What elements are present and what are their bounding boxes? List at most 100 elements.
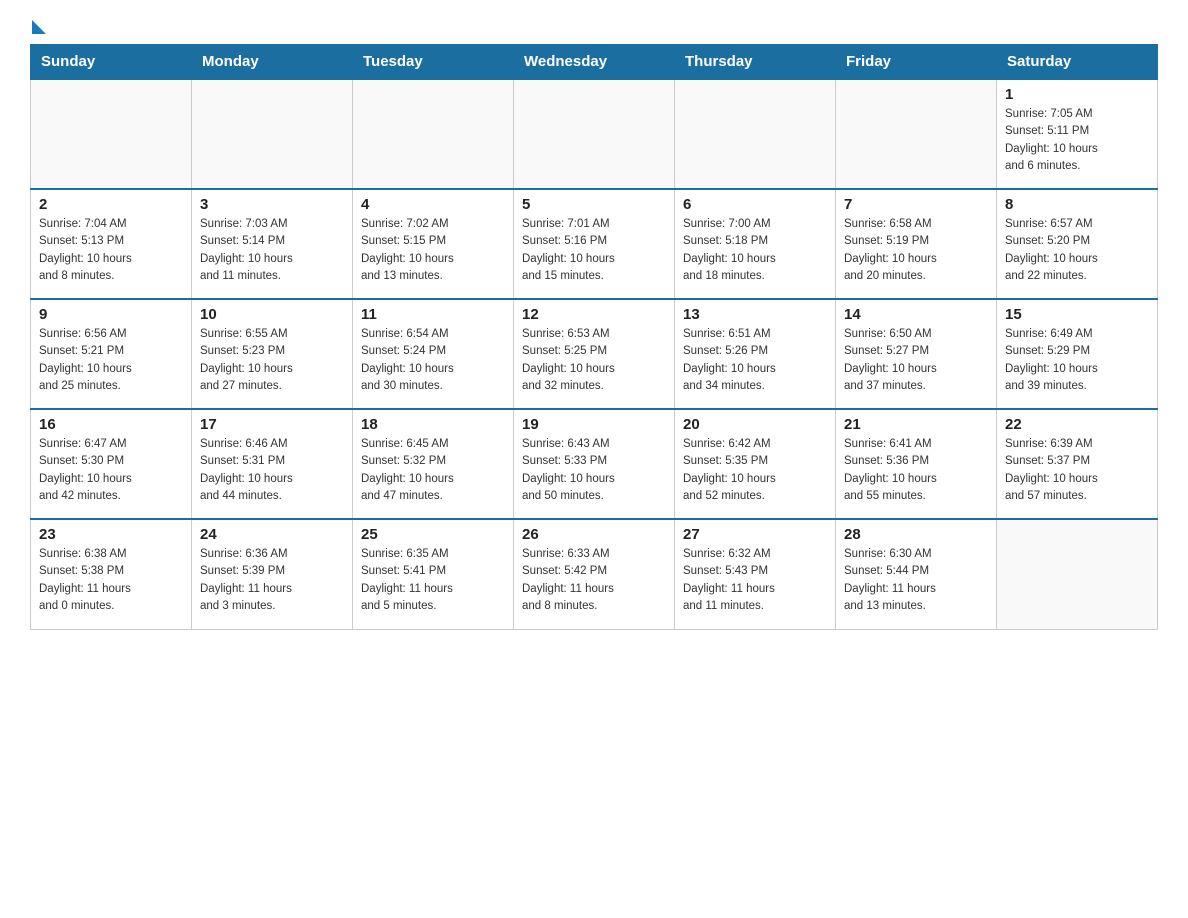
calendar-cell: 21Sunrise: 6:41 AM Sunset: 5:36 PM Dayli… [836,409,997,519]
day-info: Sunrise: 6:39 AM Sunset: 5:37 PM Dayligh… [1005,436,1149,505]
day-number: 10 [200,306,344,323]
calendar-cell: 12 Sunrise: 6:53 AM Sunset: 5:25 PM Dayli… [514,299,675,409]
day-number: 14 [844,306,988,323]
calendar-cell: 4 Sunrise: 7:02 AM Sunset: 5:15 PM Daylig… [353,189,514,299]
calendar-cell: 20 Sunrise: 6:42 AM Sunset: 5:35 PM Dayli… [675,409,836,519]
day-info: Sunrise: 6:50 AM Sunset: 5:27 PM Dayligh… [844,326,988,395]
day-info: Sunrise: 6:33 AM Sunset: 5:42 PM Dayligh… [522,546,666,615]
day-number: 26 [522,526,666,543]
calendar-cell: 9 Sunrise: 6:56 AM Sunset: 5:21 PM Daylig… [31,299,192,409]
day-info: Sunrise: 6:35 AM Sunset: 5:41 PM Dayligh… [361,546,505,615]
calendar-week-row: 23 Sunrise: 6:38 AM Sunset: 5:38 PM Dayli… [31,519,1158,629]
calendar-cell: 6 Sunrise: 7:00 AM Sunset: 5:18 PM Daylig… [675,189,836,299]
day-number: 24 [200,526,344,543]
calendar-cell: 15 Sunrise: 6:49 AM Sunset: 5:29 PM Dayli… [997,299,1158,409]
day-info: Sunrise: 6:43 AM Sunset: 5:33 PM Dayligh… [522,436,666,505]
weekday-header-thursday: Thursday [675,45,836,80]
weekday-header-friday: Friday [836,45,997,80]
calendar-cell: 5Sunrise: 7:01 AM Sunset: 5:16 PM Daylig… [514,189,675,299]
logo-arrow-icon [32,20,46,34]
weekday-header-monday: Monday [192,45,353,80]
calendar-cell: 25 Sunrise: 6:35 AM Sunset: 5:41 PM Dayli… [353,519,514,629]
day-number: 13 [683,306,827,323]
calendar-cell [514,79,675,189]
day-number: 15 [1005,306,1149,323]
day-number: 16 [39,416,183,433]
calendar-week-row: 16 Sunrise: 6:47 AM Sunset: 5:30 PM Dayli… [31,409,1158,519]
day-number: 28 [844,526,988,543]
weekday-header-row: SundayMondayTuesdayWednesdayThursdayFrid… [31,45,1158,80]
calendar-cell: 11Sunrise: 6:54 AM Sunset: 5:24 PM Dayli… [353,299,514,409]
day-info: Sunrise: 6:58 AM Sunset: 5:19 PM Dayligh… [844,216,988,285]
day-number: 3 [200,196,344,213]
day-number: 23 [39,526,183,543]
calendar-week-row: 2 Sunrise: 7:04 AM Sunset: 5:13 PM Daylig… [31,189,1158,299]
day-info: Sunrise: 6:57 AM Sunset: 5:20 PM Dayligh… [1005,216,1149,285]
day-info: Sunrise: 6:41 AM Sunset: 5:36 PM Dayligh… [844,436,988,505]
calendar-cell: 10 Sunrise: 6:55 AM Sunset: 5:23 PM Dayli… [192,299,353,409]
calendar-cell [997,519,1158,629]
calendar-cell: 18 Sunrise: 6:45 AM Sunset: 5:32 PM Dayli… [353,409,514,519]
day-number: 5 [522,196,666,213]
page-header [30,20,1158,34]
calendar-cell [675,79,836,189]
day-info: Sunrise: 7:04 AM Sunset: 5:13 PM Dayligh… [39,216,183,285]
calendar-cell: 2 Sunrise: 7:04 AM Sunset: 5:13 PM Daylig… [31,189,192,299]
day-info: Sunrise: 6:46 AM Sunset: 5:31 PM Dayligh… [200,436,344,505]
calendar-cell [836,79,997,189]
day-number: 9 [39,306,183,323]
calendar-cell: 13Sunrise: 6:51 AM Sunset: 5:26 PM Dayli… [675,299,836,409]
weekday-header-sunday: Sunday [31,45,192,80]
calendar-cell: 16 Sunrise: 6:47 AM Sunset: 5:30 PM Dayli… [31,409,192,519]
day-info: Sunrise: 7:02 AM Sunset: 5:15 PM Dayligh… [361,216,505,285]
calendar-week-row: 1 Sunrise: 7:05 AM Sunset: 5:11 PM Daylig… [31,79,1158,189]
day-number: 7 [844,196,988,213]
day-info: Sunrise: 6:53 AM Sunset: 5:25 PM Dayligh… [522,326,666,395]
calendar-cell: 14 Sunrise: 6:50 AM Sunset: 5:27 PM Dayli… [836,299,997,409]
calendar-cell: 7 Sunrise: 6:58 AM Sunset: 5:19 PM Daylig… [836,189,997,299]
day-info: Sunrise: 6:56 AM Sunset: 5:21 PM Dayligh… [39,326,183,395]
day-number: 4 [361,196,505,213]
calendar-table: SundayMondayTuesdayWednesdayThursdayFrid… [30,44,1158,630]
calendar-cell: 8Sunrise: 6:57 AM Sunset: 5:20 PM Daylig… [997,189,1158,299]
day-info: Sunrise: 7:00 AM Sunset: 5:18 PM Dayligh… [683,216,827,285]
day-info: Sunrise: 6:30 AM Sunset: 5:44 PM Dayligh… [844,546,988,615]
day-number: 25 [361,526,505,543]
calendar-cell: 23 Sunrise: 6:38 AM Sunset: 5:38 PM Dayli… [31,519,192,629]
calendar-cell [192,79,353,189]
day-number: 18 [361,416,505,433]
day-info: Sunrise: 6:38 AM Sunset: 5:38 PM Dayligh… [39,546,183,615]
calendar-cell [31,79,192,189]
day-number: 12 [522,306,666,323]
day-info: Sunrise: 6:42 AM Sunset: 5:35 PM Dayligh… [683,436,827,505]
weekday-header-saturday: Saturday [997,45,1158,80]
day-info: Sunrise: 6:32 AM Sunset: 5:43 PM Dayligh… [683,546,827,615]
day-info: Sunrise: 6:55 AM Sunset: 5:23 PM Dayligh… [200,326,344,395]
calendar-cell: 24 Sunrise: 6:36 AM Sunset: 5:39 PM Dayli… [192,519,353,629]
day-info: Sunrise: 6:47 AM Sunset: 5:30 PM Dayligh… [39,436,183,505]
day-info: Sunrise: 7:03 AM Sunset: 5:14 PM Dayligh… [200,216,344,285]
day-info: Sunrise: 6:54 AM Sunset: 5:24 PM Dayligh… [361,326,505,395]
calendar-cell: 3 Sunrise: 7:03 AM Sunset: 5:14 PM Daylig… [192,189,353,299]
day-number: 19 [522,416,666,433]
day-info: Sunrise: 6:45 AM Sunset: 5:32 PM Dayligh… [361,436,505,505]
day-number: 2 [39,196,183,213]
logo [30,20,46,34]
calendar-cell: 22 Sunrise: 6:39 AM Sunset: 5:37 PM Dayli… [997,409,1158,519]
day-number: 6 [683,196,827,213]
day-number: 20 [683,416,827,433]
day-info: Sunrise: 6:36 AM Sunset: 5:39 PM Dayligh… [200,546,344,615]
day-number: 1 [1005,86,1149,103]
calendar-cell: 1 Sunrise: 7:05 AM Sunset: 5:11 PM Daylig… [997,79,1158,189]
day-number: 22 [1005,416,1149,433]
weekday-header-tuesday: Tuesday [353,45,514,80]
calendar-cell: 27 Sunrise: 6:32 AM Sunset: 5:43 PM Dayli… [675,519,836,629]
day-number: 17 [200,416,344,433]
day-number: 27 [683,526,827,543]
calendar-week-row: 9 Sunrise: 6:56 AM Sunset: 5:21 PM Daylig… [31,299,1158,409]
calendar-cell: 28 Sunrise: 6:30 AM Sunset: 5:44 PM Dayli… [836,519,997,629]
day-info: Sunrise: 7:05 AM Sunset: 5:11 PM Dayligh… [1005,106,1149,175]
calendar-cell: 19 Sunrise: 6:43 AM Sunset: 5:33 PM Dayli… [514,409,675,519]
calendar-cell: 26 Sunrise: 6:33 AM Sunset: 5:42 PM Dayli… [514,519,675,629]
day-info: Sunrise: 6:49 AM Sunset: 5:29 PM Dayligh… [1005,326,1149,395]
